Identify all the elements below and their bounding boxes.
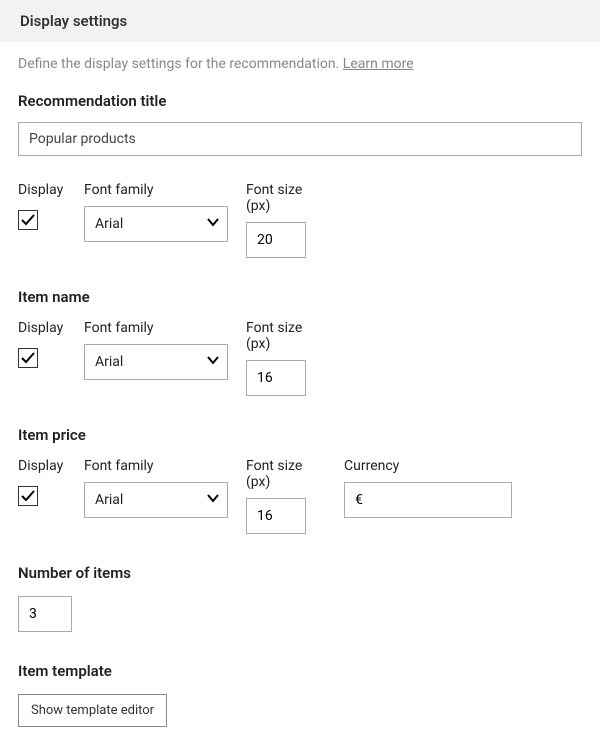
learn-more-link[interactable]: Learn more <box>343 56 414 72</box>
name-font-select[interactable]: Arial <box>84 344 228 380</box>
price-font-value: Arial <box>95 492 123 508</box>
name-font-value: Arial <box>95 354 123 370</box>
price-font-select[interactable]: Arial <box>84 482 228 518</box>
title-font-select[interactable]: Arial <box>84 206 228 242</box>
item-name-row: Display Font family Arial Font size (px) <box>18 320 582 396</box>
font-family-label: Font family <box>84 182 228 198</box>
title-size-input[interactable] <box>246 222 306 258</box>
item-template-heading: Item template <box>18 662 582 680</box>
display-label: Display <box>18 182 66 198</box>
font-family-label: Font family <box>84 458 228 474</box>
description-text: Define the display settings for the reco… <box>18 56 343 72</box>
font-size-label: Font size (px) <box>246 458 326 490</box>
display-label: Display <box>18 458 66 474</box>
currency-field: Currency <box>344 458 512 518</box>
panel-title: Display settings <box>20 12 127 30</box>
panel-content: Define the display settings for the reco… <box>0 42 600 747</box>
price-display-field: Display <box>18 458 66 506</box>
name-display-checkbox[interactable] <box>18 348 38 368</box>
description: Define the display settings for the reco… <box>18 56 582 72</box>
panel-header: Display settings <box>0 0 600 42</box>
recommendation-title-label: Recommendation title <box>18 92 582 110</box>
font-size-label: Font size (px) <box>246 182 326 214</box>
font-family-label: Font family <box>84 320 228 336</box>
price-display-checkbox[interactable] <box>18 486 38 506</box>
name-size-input[interactable] <box>246 360 306 396</box>
name-display-field: Display <box>18 320 66 368</box>
title-font-field: Font family Arial <box>84 182 228 242</box>
name-size-field: Font size (px) <box>246 320 326 396</box>
item-name-heading: Item name <box>18 288 582 306</box>
check-icon <box>20 212 36 228</box>
title-size-field: Font size (px) <box>246 182 326 258</box>
display-label: Display <box>18 320 66 336</box>
price-size-field: Font size (px) <box>246 458 326 534</box>
item-price-heading: Item price <box>18 426 582 444</box>
title-font-value: Arial <box>95 216 123 232</box>
name-font-field: Font family Arial <box>84 320 228 380</box>
item-price-row: Display Font family Arial Font size (px)… <box>18 458 582 534</box>
recommendation-title-input[interactable] <box>18 122 582 156</box>
currency-input[interactable] <box>344 482 512 518</box>
number-of-items-heading: Number of items <box>18 564 582 582</box>
currency-label: Currency <box>344 458 512 474</box>
check-icon <box>20 350 36 366</box>
title-display-field: Display <box>18 182 66 230</box>
num-items-row <box>18 596 582 632</box>
show-template-editor-button[interactable]: Show template editor <box>18 694 167 727</box>
price-font-field: Font family Arial <box>84 458 228 518</box>
title-style-row: Display Font family Arial Font size (px) <box>18 182 582 258</box>
price-size-input[interactable] <box>246 498 306 534</box>
font-size-label: Font size (px) <box>246 320 326 352</box>
num-items-input[interactable] <box>18 596 72 632</box>
check-icon <box>20 488 36 504</box>
title-display-checkbox[interactable] <box>18 210 38 230</box>
